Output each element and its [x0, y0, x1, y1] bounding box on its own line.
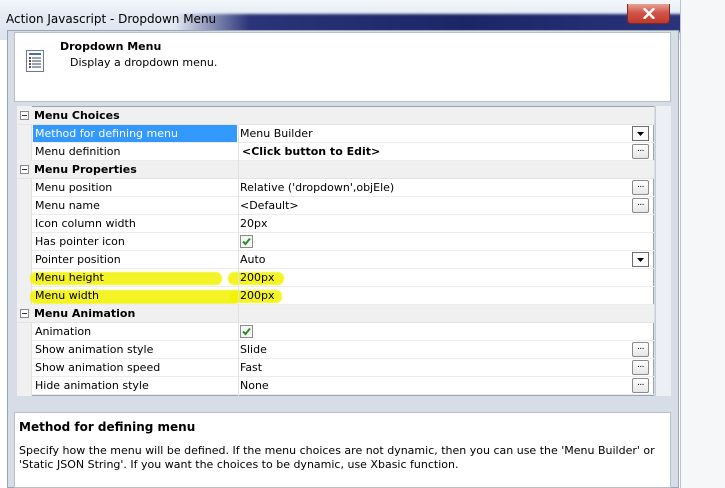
collapse-icon[interactable]: [20, 165, 29, 174]
property-value: Fast: [240, 361, 263, 374]
property-row-method[interactable]: Method for defining menu Menu Builder: [32, 125, 654, 143]
property-name: Menu height: [35, 271, 104, 284]
property-name: Method for defining menu: [35, 127, 178, 140]
close-icon: [642, 8, 655, 19]
property-value: Menu Builder: [240, 127, 313, 140]
property-row-show-style[interactable]: Show animation style Slide: [32, 341, 654, 359]
column-divider[interactable]: [238, 124, 239, 396]
property-name: Show animation style: [35, 343, 154, 356]
property-value: None: [240, 379, 269, 392]
property-name: Menu width: [35, 289, 100, 302]
property-value: <Click button to Edit>: [242, 145, 381, 158]
grid-gutter: [17, 106, 32, 396]
pointer-icon-checkbox[interactable]: [240, 235, 253, 248]
category-menu-choices[interactable]: Menu Choices: [18, 107, 654, 125]
chevron-down-icon: [637, 257, 644, 262]
window-title: Action Javascript - Dropdown Menu: [6, 12, 217, 26]
property-name: Has pointer icon: [35, 235, 125, 248]
header-subtitle: Display a dropdown menu.: [70, 56, 218, 69]
grid-scrollbar[interactable]: [655, 106, 671, 396]
description-title: Method for defining menu: [19, 420, 196, 434]
property-name: Menu definition: [35, 145, 121, 158]
property-name: Pointer position: [35, 253, 121, 266]
pointer-position-dropdown-button[interactable]: [632, 252, 649, 267]
menu-name-edit-button[interactable]: ...: [632, 198, 649, 213]
property-value: 20px: [240, 217, 268, 230]
property-name: Menu name: [35, 199, 100, 212]
property-value: Auto: [240, 253, 266, 266]
hide-style-edit-button[interactable]: ...: [632, 378, 649, 393]
chevron-down-icon: [637, 131, 644, 136]
property-name: Icon column width: [35, 217, 136, 230]
property-row-pointer-position[interactable]: Pointer position Auto: [32, 251, 654, 269]
property-value: 200px: [240, 289, 275, 302]
list-document-icon: [26, 50, 44, 72]
show-style-edit-button[interactable]: ...: [632, 342, 649, 357]
property-name: Hide animation style: [35, 379, 149, 392]
property-row-show-speed[interactable]: Show animation speed Fast: [32, 359, 654, 377]
property-row-pointer-icon[interactable]: Has pointer icon: [32, 233, 654, 251]
category-label: Menu Properties: [34, 163, 137, 176]
show-speed-edit-button[interactable]: ...: [632, 360, 649, 375]
property-row-hide-style[interactable]: Hide animation style None: [32, 377, 654, 395]
checkmark-icon: [242, 237, 251, 246]
property-row-icon-width[interactable]: Icon column width 20px: [32, 215, 654, 233]
method-dropdown-button[interactable]: [632, 126, 649, 141]
property-value: <Default>: [240, 199, 299, 212]
property-value: Slide: [240, 343, 267, 356]
collapse-icon[interactable]: [20, 111, 29, 120]
description-text: Specify how the menu will be defined. If…: [19, 444, 655, 471]
category-menu-animation[interactable]: Menu Animation: [18, 305, 654, 323]
definition-edit-button[interactable]: ...: [632, 144, 649, 159]
position-edit-button[interactable]: ...: [632, 180, 649, 195]
property-row-position[interactable]: Menu position Relative ('dropdown',objEl…: [32, 179, 654, 197]
animation-checkbox[interactable]: [240, 325, 253, 338]
property-row-definition[interactable]: Menu definition <Click button to Edit>: [32, 143, 654, 161]
property-name: Animation: [35, 325, 92, 338]
property-name: Menu position: [35, 181, 113, 194]
background-window: [680, 0, 725, 488]
property-value: Relative ('dropdown',objEle): [240, 181, 395, 194]
property-value: 200px: [240, 271, 275, 284]
category-label: Menu Choices: [34, 109, 120, 122]
property-row-menu-width[interactable]: Menu width 200px: [32, 287, 654, 305]
property-row-animation[interactable]: Animation: [32, 323, 654, 341]
collapse-icon[interactable]: [20, 309, 29, 318]
header-title: Dropdown Menu: [60, 40, 162, 53]
checkmark-icon: [242, 327, 251, 336]
property-row-menu-height[interactable]: Menu height 200px: [32, 269, 654, 287]
category-label: Menu Animation: [34, 307, 136, 320]
property-row-menu-name[interactable]: Menu name <Default>: [32, 197, 654, 215]
close-button[interactable]: [627, 4, 670, 24]
property-name: Show animation speed: [35, 361, 161, 374]
category-menu-properties[interactable]: Menu Properties: [18, 161, 654, 179]
